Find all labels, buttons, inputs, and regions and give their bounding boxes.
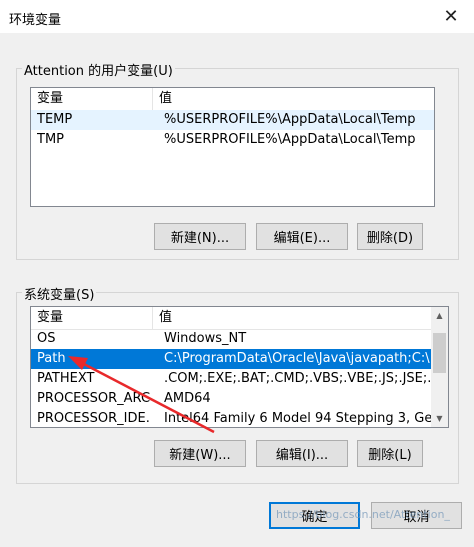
user-variables-label: Attention 的用户变量(U) — [22, 60, 175, 79]
variable-name: PATHEXT — [37, 371, 95, 386]
vertical-scrollbar[interactable]: ▲ ▼ — [431, 307, 448, 427]
system-var-row[interactable]: PROCESSOR_IDE... Intel64 Family 6 Model … — [31, 409, 448, 427]
system-var-row[interactable]: PATHEXT .COM;.EXE;.BAT;.CMD;.VBS;.VBE;.J… — [31, 369, 448, 389]
variable-name: PROCESSOR_IDE... — [37, 411, 151, 426]
variable-value: C:\ProgramData\Oracle\Java\javapath;C:\.… — [164, 351, 434, 366]
window-title: 环境变量 — [9, 13, 62, 28]
close-icon: ✕ — [443, 6, 459, 27]
variable-name: PROCESSOR_ARC... — [37, 391, 151, 406]
column-header-variable[interactable]: 变量 — [31, 307, 153, 329]
variable-value: Windows_NT — [164, 331, 247, 346]
column-header-variable[interactable]: 变量 — [31, 88, 153, 110]
variable-name: OS — [37, 331, 56, 346]
user-delete-button[interactable]: 删除(D) — [357, 223, 423, 250]
user-edit-button[interactable]: 编辑(E)... — [256, 223, 348, 250]
user-var-row[interactable]: TMP %USERPROFILE%\AppData\Local\Temp — [31, 130, 434, 150]
system-variables-label: 系统变量(S) — [22, 284, 97, 303]
list-header: 变量 值 — [31, 307, 448, 330]
variable-value: %USERPROFILE%\AppData\Local\Temp — [164, 132, 416, 147]
variable-value: AMD64 — [164, 391, 211, 406]
variable-value: Intel64 Family 6 Model 94 Stepping 3, Ge… — [164, 411, 434, 426]
variable-name: TEMP — [37, 112, 73, 127]
user-variables-list[interactable]: 变量 值 TEMP %USERPROFILE%\AppData\Local\Te… — [30, 87, 435, 207]
variable-value: %USERPROFILE%\AppData\Local\Temp — [164, 112, 416, 127]
list-header: 变量 值 — [31, 88, 434, 111]
scroll-down-arrow-icon[interactable]: ▼ — [431, 410, 448, 427]
close-button[interactable]: ✕ — [428, 0, 474, 33]
system-var-row[interactable]: OS Windows_NT — [31, 329, 448, 349]
system-var-row-selected[interactable]: Path C:\ProgramData\Oracle\Java\javapath… — [31, 349, 434, 369]
system-edit-button[interactable]: 编辑(I)... — [256, 440, 348, 467]
watermark: https://blog.csdn.net/Attention_ — [276, 508, 450, 521]
variable-name: TMP — [37, 132, 64, 147]
title-bar: 环境变量 ✕ — [0, 0, 474, 33]
system-var-row[interactable]: PROCESSOR_ARC... AMD64 — [31, 389, 448, 409]
system-delete-button[interactable]: 删除(L) — [357, 440, 423, 467]
user-new-button[interactable]: 新建(N)... — [154, 223, 246, 250]
scrollbar-thumb[interactable] — [433, 333, 446, 373]
scroll-up-arrow-icon[interactable]: ▲ — [431, 307, 448, 324]
column-header-value[interactable]: 值 — [153, 88, 172, 110]
system-variables-list[interactable]: 变量 值 OS Windows_NT Path C:\ProgramData\O… — [30, 306, 449, 428]
user-var-row[interactable]: TEMP %USERPROFILE%\AppData\Local\Temp — [31, 110, 434, 130]
variable-value: .COM;.EXE;.BAT;.CMD;.VBS;.VBE;.JS;.JSE;.… — [164, 371, 434, 386]
system-new-button[interactable]: 新建(W)... — [154, 440, 246, 467]
column-header-value[interactable]: 值 — [153, 307, 172, 329]
variable-name: Path — [37, 351, 66, 366]
